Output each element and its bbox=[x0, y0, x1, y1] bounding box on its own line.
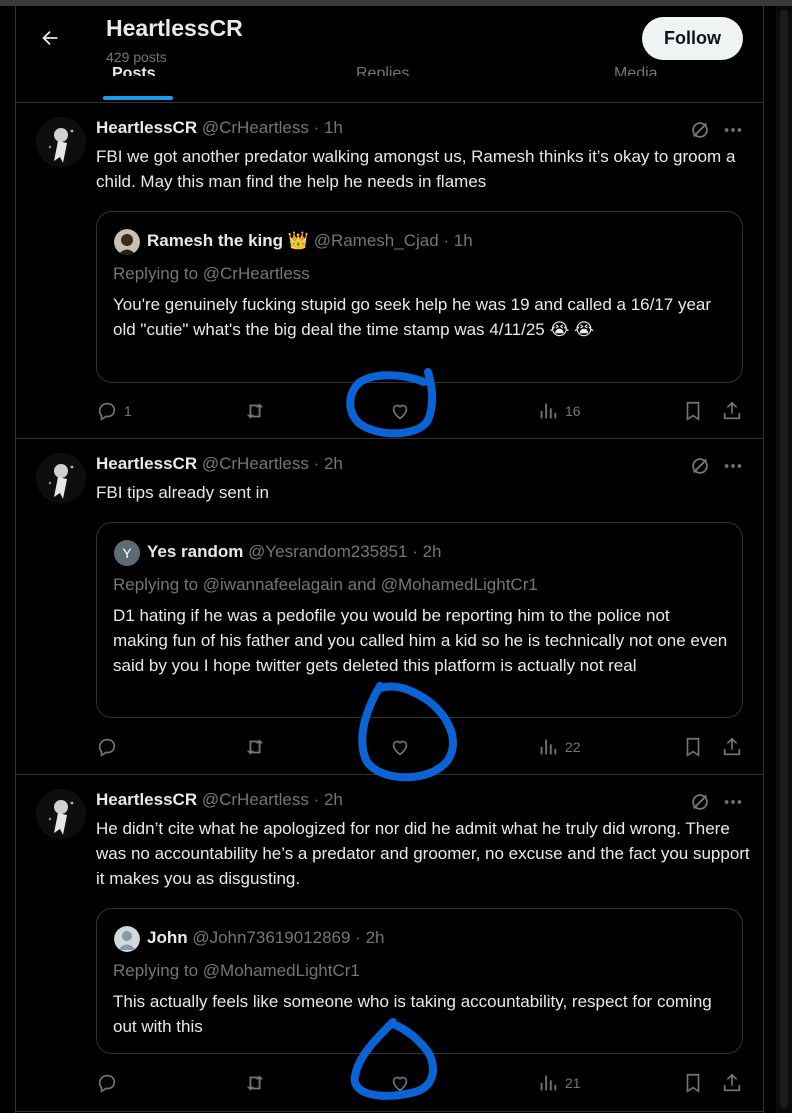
tweet-text: He didn’t cite what he apologized for no… bbox=[96, 819, 750, 888]
active-tab-indicator bbox=[103, 96, 173, 100]
tweet[interactable]: HeartlessCR @CrHeartless · 1h FBI we got… bbox=[16, 103, 763, 439]
views-button[interactable]: 16 bbox=[537, 399, 581, 423]
tweet-header: HeartlessCR @CrHeartless · 1h bbox=[96, 118, 343, 138]
share-icon bbox=[723, 1073, 741, 1092]
bookmark-icon bbox=[686, 401, 700, 421]
views-button[interactable]: 22 bbox=[537, 735, 581, 759]
quote-text: This actually feels like someone who is … bbox=[113, 992, 712, 1036]
bookmark-icon bbox=[686, 1073, 700, 1093]
views-button[interactable]: 21 bbox=[537, 1071, 581, 1095]
replying-to: Replying to @MohamedLightCr1 bbox=[113, 961, 360, 980]
author-handle-time: @CrHeartless · 2h bbox=[201, 454, 343, 473]
author-handle-time: @Ramesh_Cjad · 1h bbox=[313, 231, 473, 250]
crown-emoji: 👑 bbox=[287, 231, 309, 250]
tab-replies[interactable]: Replies bbox=[356, 60, 409, 76]
view-count: 16 bbox=[565, 403, 581, 419]
views-icon bbox=[540, 1075, 557, 1091]
retweet-button[interactable] bbox=[244, 399, 266, 423]
action-bar: 1 16 bbox=[96, 399, 756, 423]
quoted-tweet[interactable]: Y Yes random @Yesrandom235851 · 2h Reply… bbox=[96, 522, 743, 718]
like-button[interactable] bbox=[389, 399, 411, 423]
view-count: 21 bbox=[565, 1075, 581, 1091]
bookmark-button[interactable] bbox=[682, 735, 704, 759]
bookmark-button[interactable] bbox=[682, 1071, 704, 1095]
like-icon bbox=[392, 1076, 408, 1092]
back-arrow-icon bbox=[42, 30, 58, 46]
like-button[interactable] bbox=[389, 735, 411, 759]
follow-button[interactable]: Follow bbox=[642, 17, 743, 60]
more-icon[interactable] bbox=[722, 455, 744, 477]
retweet-button[interactable] bbox=[244, 1071, 266, 1095]
avatar[interactable] bbox=[36, 453, 86, 503]
views-icon bbox=[540, 403, 557, 419]
like-icon bbox=[392, 740, 408, 756]
reply-icon bbox=[98, 1074, 116, 1093]
post-count: 429 posts bbox=[106, 49, 167, 65]
tweet-header: HeartlessCR @CrHeartless · 2h bbox=[96, 790, 343, 810]
author-name: Yes random bbox=[147, 542, 244, 561]
tweet-header: HeartlessCR @CrHeartless · 2h bbox=[96, 454, 343, 474]
author-name: John bbox=[147, 928, 188, 947]
tweet-text: FBI we got another predator walking amon… bbox=[96, 147, 736, 191]
retweet-button[interactable] bbox=[244, 735, 266, 759]
action-bar: 21 bbox=[96, 1071, 756, 1095]
avatar[interactable] bbox=[36, 117, 86, 167]
quote-header: John @John73619012869 · 2h bbox=[147, 928, 384, 948]
avatar[interactable] bbox=[36, 789, 86, 839]
tweet-text: FBI tips already sent in bbox=[96, 483, 269, 502]
quote-text: You're genuinely fucking stupid go seek … bbox=[113, 295, 712, 339]
avatar bbox=[114, 926, 140, 952]
grok-icon[interactable] bbox=[689, 119, 711, 141]
page-title: HeartlessCR bbox=[106, 15, 243, 41]
author-name[interactable]: HeartlessCR bbox=[96, 118, 197, 137]
replying-to: Replying to @iwannafeelagain and @Mohame… bbox=[113, 575, 538, 594]
tweet[interactable]: HeartlessCR @CrHeartless · 2h FBI tips a… bbox=[16, 439, 763, 775]
reply-icon bbox=[98, 402, 116, 421]
grok-icon[interactable] bbox=[689, 791, 711, 813]
action-bar: 22 bbox=[96, 735, 756, 759]
quoted-tweet[interactable]: John @John73619012869 · 2h Replying to @… bbox=[96, 908, 743, 1054]
author-handle-time: @CrHeartless · 2h bbox=[201, 790, 343, 809]
view-count: 22 bbox=[565, 739, 581, 755]
more-icon[interactable] bbox=[722, 119, 744, 141]
retweet-icon bbox=[246, 403, 264, 419]
more-icon[interactable] bbox=[722, 791, 744, 813]
like-icon bbox=[392, 404, 408, 420]
avatar bbox=[114, 229, 140, 255]
quoted-tweet[interactable]: Ramesh the king 👑 @Ramesh_Cjad · 1h Repl… bbox=[96, 211, 743, 383]
share-button[interactable] bbox=[721, 399, 743, 423]
retweet-icon bbox=[246, 1075, 264, 1091]
reply-button[interactable]: 1 bbox=[96, 399, 132, 423]
grok-icon[interactable] bbox=[689, 455, 711, 477]
retweet-icon bbox=[246, 739, 264, 755]
reply-icon bbox=[98, 738, 116, 757]
quote-text: D1 hating if he was a pedofile you would… bbox=[113, 606, 728, 675]
reply-count: 1 bbox=[124, 403, 132, 419]
author-handle-time: @John73619012869 · 2h bbox=[192, 928, 385, 947]
share-icon bbox=[723, 401, 741, 420]
author-handle-time: @CrHeartless · 1h bbox=[201, 118, 343, 137]
avatar: Y bbox=[114, 540, 140, 566]
reply-button[interactable] bbox=[96, 1071, 124, 1095]
like-button[interactable] bbox=[389, 1071, 411, 1095]
author-handle-time: @Yesrandom235851 · 2h bbox=[248, 542, 442, 561]
profile-header: Posts Replies Media HeartlessCR 429 post… bbox=[16, 6, 763, 103]
replying-to: Replying to @CrHeartless bbox=[113, 264, 310, 283]
scrollbar-thumb[interactable] bbox=[780, 10, 788, 1108]
tweet[interactable]: HeartlessCR @CrHeartless · 2h He didn’t … bbox=[16, 775, 763, 1112]
share-icon bbox=[723, 737, 741, 756]
share-button[interactable] bbox=[721, 1071, 743, 1095]
bookmark-icon bbox=[686, 737, 700, 757]
bookmark-button[interactable] bbox=[682, 399, 704, 423]
share-button[interactable] bbox=[721, 735, 743, 759]
author-name[interactable]: HeartlessCR bbox=[96, 454, 197, 473]
reply-button[interactable] bbox=[96, 735, 124, 759]
views-icon bbox=[540, 739, 557, 755]
author-name: Ramesh the king bbox=[147, 231, 284, 250]
tab-media[interactable]: Media bbox=[614, 60, 658, 76]
author-name[interactable]: HeartlessCR bbox=[96, 790, 197, 809]
back-button[interactable] bbox=[36, 24, 64, 52]
quote-header: Yes random @Yesrandom235851 · 2h bbox=[147, 542, 441, 562]
quote-header: Ramesh the king 👑 @Ramesh_Cjad · 1h bbox=[147, 231, 473, 251]
